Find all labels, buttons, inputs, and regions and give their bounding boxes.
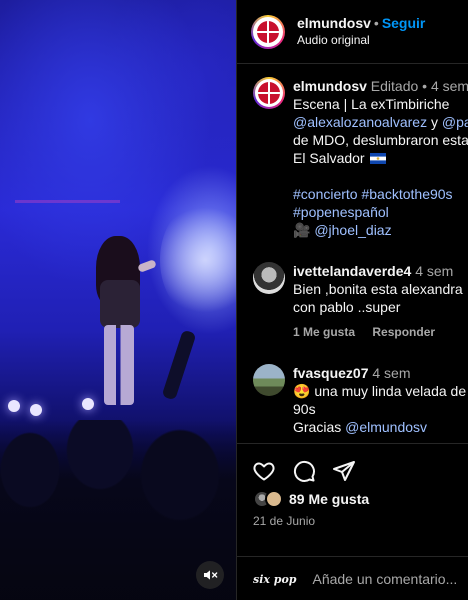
post-footer: 89 Me gusta 21 de Junio six pop bbox=[237, 443, 468, 600]
mention-link[interactable]: @pa bbox=[442, 114, 468, 130]
separator-dot: • bbox=[373, 14, 379, 31]
comment-time[interactable]: 4 sem bbox=[372, 365, 410, 381]
comment-text: una muy linda velada de bbox=[310, 383, 467, 399]
send-icon bbox=[333, 461, 355, 481]
comment-icon bbox=[293, 460, 315, 482]
caption-text-line: El Salvador bbox=[293, 150, 365, 166]
post-caption: elmundosv Editado • 4 sem Escena | La ex… bbox=[237, 77, 468, 239]
comment-text: Gracias bbox=[293, 419, 346, 435]
like-button[interactable] bbox=[251, 458, 277, 484]
add-comment-bar: six pop bbox=[237, 556, 468, 600]
edited-label: Editado bbox=[370, 78, 419, 94]
avatar[interactable] bbox=[251, 14, 285, 49]
likes-count[interactable]: 89 Me gusta bbox=[289, 491, 369, 507]
comments-list[interactable]: elmundosv Editado • 4 sem Escena | La ex… bbox=[237, 65, 468, 443]
comment-time[interactable]: 4 sem bbox=[415, 263, 453, 279]
camera-icon: 🎥 bbox=[293, 222, 311, 238]
mention-link[interactable]: @alexalozanoalvarez bbox=[293, 114, 427, 130]
header-username[interactable]: elmundosv bbox=[297, 15, 371, 31]
audio-label[interactable]: Audio original bbox=[297, 32, 425, 49]
globe-logo-icon bbox=[258, 82, 280, 104]
performer-legs bbox=[104, 325, 134, 405]
avatar[interactable] bbox=[253, 262, 285, 294]
likes-summary[interactable]: 89 Me gusta bbox=[253, 490, 369, 508]
muted-speaker-icon bbox=[204, 570, 218, 580]
reply-button[interactable]: Responder bbox=[372, 325, 435, 339]
comment-likes-link[interactable]: 1 Me gusta bbox=[293, 325, 355, 339]
comment-text: con pablo ..super bbox=[293, 299, 401, 315]
post-header: elmundosv • Seguir Audio original bbox=[237, 0, 468, 64]
hashtags[interactable]: #concierto #backtothe90s bbox=[293, 185, 468, 203]
stage-truss bbox=[15, 200, 120, 203]
hashtags[interactable]: #popenespañol bbox=[293, 203, 468, 221]
caption-time[interactable]: 4 sem bbox=[431, 78, 468, 94]
mention-link[interactable]: @jhoel_diaz bbox=[314, 222, 391, 238]
comment-input[interactable] bbox=[312, 571, 468, 587]
stage-light bbox=[30, 404, 42, 416]
performer-arm bbox=[137, 259, 157, 273]
follow-button[interactable]: Seguir bbox=[382, 15, 426, 31]
mention-link[interactable]: @elmundosv bbox=[345, 419, 427, 435]
comment-item: fvasquez07 4 sem 😍 una muy linda velada … bbox=[237, 364, 466, 436]
stage-light bbox=[82, 398, 94, 410]
stage-haze bbox=[160, 200, 236, 320]
mute-button[interactable] bbox=[196, 561, 224, 589]
share-button[interactable] bbox=[331, 458, 357, 484]
globe-logo-icon bbox=[257, 20, 279, 43]
caption-text-line: de MDO, deslumbraron esta bbox=[293, 132, 468, 148]
post-date[interactable]: 21 de Junio bbox=[253, 514, 315, 528]
liker-avatar bbox=[265, 490, 283, 508]
comment-username[interactable]: fvasquez07 bbox=[293, 365, 368, 381]
comment-button[interactable] bbox=[291, 458, 317, 484]
avatar[interactable] bbox=[253, 77, 285, 109]
crowd-hand bbox=[161, 329, 197, 401]
post-panel: elmundosv • Seguir Audio original elmundos… bbox=[236, 0, 468, 600]
stage-light bbox=[8, 400, 20, 412]
heart-icon bbox=[253, 462, 275, 481]
el-salvador-flag-icon bbox=[370, 153, 387, 164]
caption-text: y bbox=[427, 114, 442, 130]
comment-text: 90s bbox=[293, 401, 316, 417]
separator-dot: • bbox=[422, 78, 428, 94]
video-player[interactable] bbox=[0, 0, 236, 600]
avatar[interactable] bbox=[253, 364, 285, 396]
comment-item: ivettelandaverde4 4 sem Bien ,bonita est… bbox=[237, 262, 463, 339]
comment-text: Bien ,bonita esta alexandra bbox=[293, 281, 463, 297]
heart-eyes-emoji: 😍 bbox=[293, 383, 311, 399]
comment-username[interactable]: ivettelandaverde4 bbox=[293, 263, 411, 279]
caption-text-line: Escena | La exTimbiriche bbox=[293, 96, 450, 112]
emoji-button[interactable]: six pop bbox=[253, 573, 296, 586]
caption-username[interactable]: elmundosv bbox=[293, 78, 367, 94]
performer-body bbox=[100, 280, 140, 328]
